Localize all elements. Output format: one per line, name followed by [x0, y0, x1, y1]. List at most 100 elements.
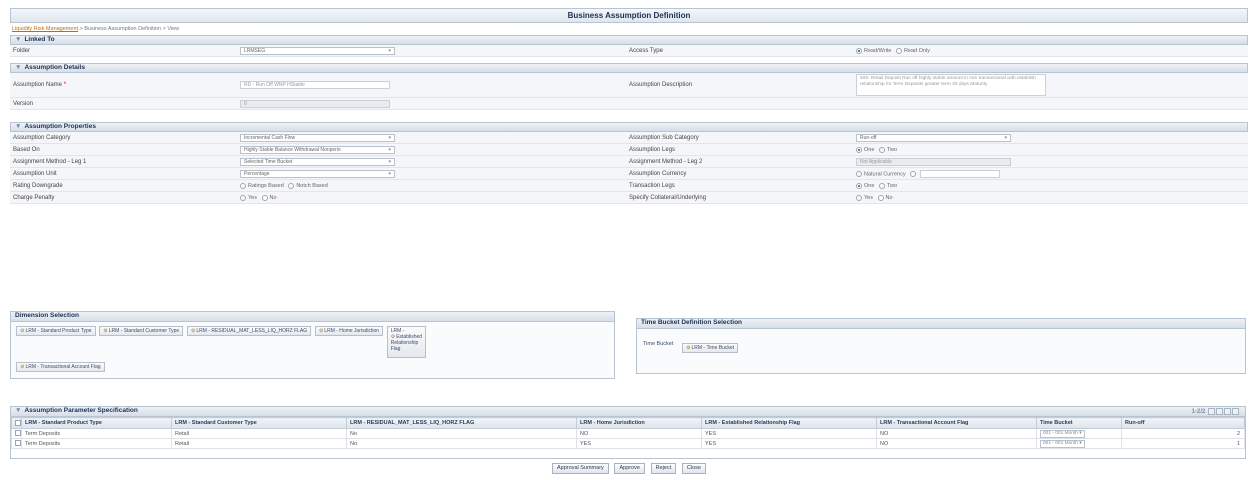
column-header: LRM - Standard Product Type [21, 417, 172, 429]
pagination: 1-2/2 [1192, 408, 1239, 416]
param-spec-panel: ▼ Assumption Parameter Specification 1-2/… [10, 406, 1246, 459]
reject-button[interactable]: Reject [650, 463, 677, 474]
assumption-name-label: Assumption Name * [13, 82, 67, 88]
based-on-select[interactable]: Highly Stable Balance Withdrawal Nonperi… [240, 146, 395, 154]
column-header: LRM - RESIDUAL_MAT_LESS_LIQ_HORZ FLAG [346, 417, 577, 429]
select-all-checkbox[interactable] [15, 419, 21, 426]
ratings-based-radio[interactable] [240, 182, 246, 189]
assumption-properties-header[interactable]: ▼ Assumption Properties [10, 122, 1248, 132]
natural-currency-radio[interactable] [856, 171, 862, 177]
assignment-method-leg1-select[interactable]: Selected Time Bucket ▾ [240, 158, 395, 166]
folder-select[interactable]: LRMSEG ▾ [240, 47, 395, 55]
breadcrumb-rest: > Business Assumption Definition > View [78, 26, 180, 32]
folder-label: Folder [13, 48, 31, 54]
dimension-icon: ⚙ [318, 328, 324, 334]
select-all-header [11, 417, 22, 429]
notch-based-radio[interactable] [288, 182, 295, 189]
table-header-row: LRM - Standard Product Type LRM - Standa… [11, 417, 1245, 429]
collapse-icon[interactable]: ▼ [15, 36, 21, 43]
dimension-tag[interactable]: ⚙LRM - Home Jurisdiction [314, 326, 384, 336]
dimension-tag[interactable]: ⚙LRM - Transactional Account Flag [16, 362, 105, 372]
time-bucket-label: Time Bucket [643, 341, 674, 347]
specific-currency-radio[interactable] [910, 171, 917, 177]
dimension-tag[interactable]: ⚙LRM - RESIDUAL_MAT_LESS_LIQ_HORZ FLAG [186, 326, 312, 336]
charge-penalty-radios: Yes No [240, 194, 277, 202]
dimension-tag[interactable]: ⚙LRM - Standard Customer Type [99, 326, 184, 336]
chevron-down-icon: ▾ [388, 48, 391, 54]
rating-downgrade-radios: Ratings Based Notch Based [240, 182, 328, 190]
collapse-icon[interactable]: ▼ [15, 123, 21, 130]
page: Business Assumption Definition Liquidity… [0, 0, 1258, 480]
row-checkbox[interactable] [15, 440, 21, 447]
collateral-no-radio[interactable] [877, 194, 884, 201]
transaction-legs-two-radio[interactable] [878, 182, 885, 189]
time-bucket-tag[interactable]: ⚙LRM - Time Bucket [682, 343, 739, 353]
collapse-icon[interactable]: ▼ [15, 407, 21, 414]
run-off-input[interactable]: 1 [1121, 438, 1245, 449]
access-readwrite-radio[interactable] [856, 47, 862, 54]
penalty-yes-radio[interactable] [240, 194, 246, 201]
folder-row: Folder LRMSEG ▾ Access Type Read/Write Re… [10, 45, 1248, 57]
dimension-selection-panel: Dimension Selection ⚙LRM - Standard Prod… [10, 311, 615, 379]
assumption-description-textarea[interactable]: 505- Retail Deposit Run off highly stabl… [856, 74, 1046, 96]
param-spec-table: LRM - Standard Product Type LRM - Standa… [11, 417, 1245, 449]
param-spec-header[interactable]: ▼ Assumption Parameter Specification 1-2/… [11, 407, 1245, 417]
assumption-details-header[interactable]: ▼ Assumption Details [10, 63, 1248, 73]
time-bucket-select[interactable]: 001 - 001 Month ▾ [1040, 429, 1085, 438]
transaction-legs-one-radio[interactable] [856, 182, 862, 189]
transaction-legs-radios: One Two [856, 182, 897, 190]
linked-to-header[interactable]: ▼ Linked To [10, 35, 1248, 45]
assumption-unit-select[interactable]: Percentage ▾ [240, 170, 395, 178]
assumption-category-select[interactable]: Incremental Cash Flow ▾ [240, 134, 395, 142]
dimension-icon: ⚙ [190, 328, 196, 334]
pager-text: 1-2/2 [1191, 409, 1206, 416]
assumption-name-input[interactable]: RD - Run Off WNP HStable [240, 81, 390, 89]
access-type-label: Access Type [629, 48, 663, 54]
approve-button[interactable]: Approve [614, 463, 645, 474]
property-row: Assumption Category Incremental Cash Flo… [10, 132, 1248, 144]
property-row: Charge Penalty Yes No Specify Collateral… [10, 192, 1248, 204]
breadcrumb: Liquidity Risk Management > Business Ass… [10, 23, 1248, 35]
penalty-no-radio[interactable] [261, 194, 268, 201]
access-type-radios: Read/Write Read Only [856, 47, 930, 55]
chevron-down-icon: ▾ [1004, 135, 1007, 141]
collateral-radios: Yes No [856, 194, 893, 202]
currency-input[interactable] [919, 170, 1000, 178]
property-row: Assumption Unit Percentage ▾ Assumption C… [10, 168, 1248, 180]
first-page-icon[interactable] [1208, 408, 1215, 415]
action-buttons: Approval Summary Approve Reject Close [0, 463, 1258, 474]
breadcrumb-link[interactable]: Liquidity Risk Management [12, 26, 78, 32]
dimension-tag[interactable]: ⚙LRM - Standard Product Type [16, 326, 96, 336]
dimension-selection-header: Dimension Selection [11, 312, 614, 322]
run-off-input[interactable]: 2 [1121, 428, 1245, 439]
last-page-icon[interactable] [1232, 408, 1239, 415]
dimension-icon: ⚙ [686, 345, 691, 351]
dimension-icon: ⚙ [20, 328, 25, 334]
row-checkbox[interactable] [15, 430, 21, 437]
next-page-icon[interactable] [1224, 408, 1231, 415]
time-bucket-select[interactable]: 001 - 001 Month ▾ [1040, 439, 1085, 448]
column-header: Run-off [1121, 417, 1245, 429]
dimension-tag-stacked[interactable]: LRM - ⚙Established Relationship Flag [386, 326, 427, 358]
assumption-subcategory-select[interactable]: Run-off ▾ [856, 134, 1011, 142]
approval-summary-button[interactable]: Approval Summary [552, 463, 609, 474]
column-header: Time Bucket [1036, 417, 1122, 429]
column-header: LRM - Standard Customer Type [171, 417, 347, 429]
collateral-yes-radio[interactable] [856, 194, 862, 201]
chevron-down-icon: ▾ [388, 147, 391, 153]
column-header: LRM - Established Relationship Flag [701, 417, 877, 429]
close-button[interactable]: Close [681, 463, 706, 474]
chevron-down-icon: ▾ [388, 159, 391, 165]
legs-one-radio[interactable] [856, 146, 862, 153]
column-header: LRM - Transactional Account Flag [876, 417, 1037, 429]
legs-two-radio[interactable] [878, 146, 885, 153]
collapse-icon[interactable]: ▼ [15, 64, 21, 71]
chevron-down-icon: ▾ [388, 171, 391, 177]
table-row: Term Deposits Retail No NO YES NO 001 - … [11, 428, 1245, 439]
prev-page-icon[interactable] [1216, 408, 1223, 415]
assumption-currency-radios: Natural Currency [856, 170, 1000, 178]
assumption-legs-radios: One Two [856, 146, 897, 154]
property-row: Assignment Method - Leg 1 Selected Time … [10, 156, 1248, 168]
assumption-description-label: Assumption Description [629, 82, 693, 88]
access-readonly-radio[interactable] [895, 47, 902, 54]
